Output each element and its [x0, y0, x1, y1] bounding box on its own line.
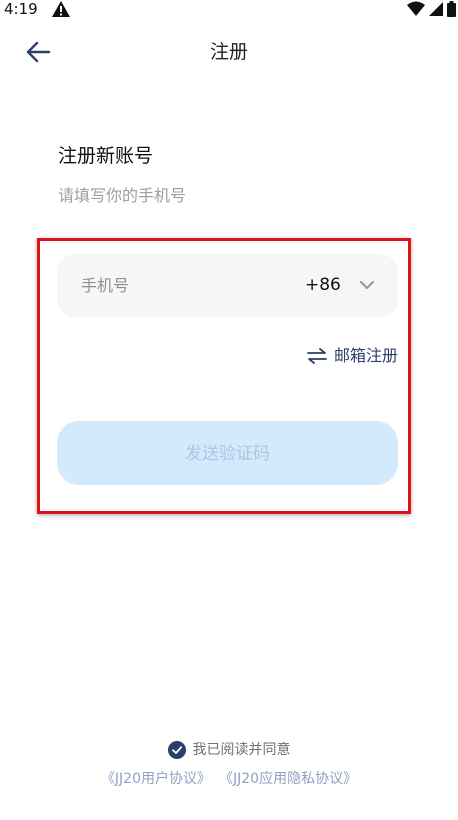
form-subheading: 请填写你的手机号 [58, 186, 187, 205]
email-register-label: 邮箱注册 [333, 346, 398, 365]
agreement-row: 我已阅读并同意 [0, 740, 458, 760]
privacy-policy-link[interactable]: 《JJ20应用隐私协议》 [219, 769, 357, 789]
status-time: 4:19 [4, 0, 38, 18]
alert-icon [52, 1, 70, 17]
country-code-selector[interactable]: +86 [305, 274, 375, 296]
send-code-button[interactable]: 发送验证码 [57, 421, 398, 485]
phone-input[interactable] [81, 272, 271, 298]
chevron-down-icon [359, 281, 374, 289]
email-register-link[interactable]: 邮箱注册 [307, 345, 398, 367]
country-code-value: +86 [305, 275, 341, 295]
page-title: 注册 [209, 41, 248, 63]
form-heading: 注册新账号 [58, 145, 154, 167]
swap-arrows-icon [307, 348, 327, 364]
checkbox-checked-icon[interactable] [167, 741, 186, 759]
status-icons [407, 1, 456, 17]
wifi-icon [407, 1, 425, 16]
status-bar: 4:19 [0, 0, 458, 20]
agreement-text: 我已阅读并同意 [192, 742, 291, 758]
user-agreement-link[interactable]: 《JJ20用户协议》 [101, 769, 211, 789]
signal-icon [429, 2, 443, 16]
top-bar: 注册 [0, 28, 458, 76]
terms-links: 《JJ20用户协议》 《JJ20应用隐私协议》 [0, 769, 458, 789]
phone-input-row: +86 [57, 254, 398, 317]
battery-icon [447, 1, 456, 17]
